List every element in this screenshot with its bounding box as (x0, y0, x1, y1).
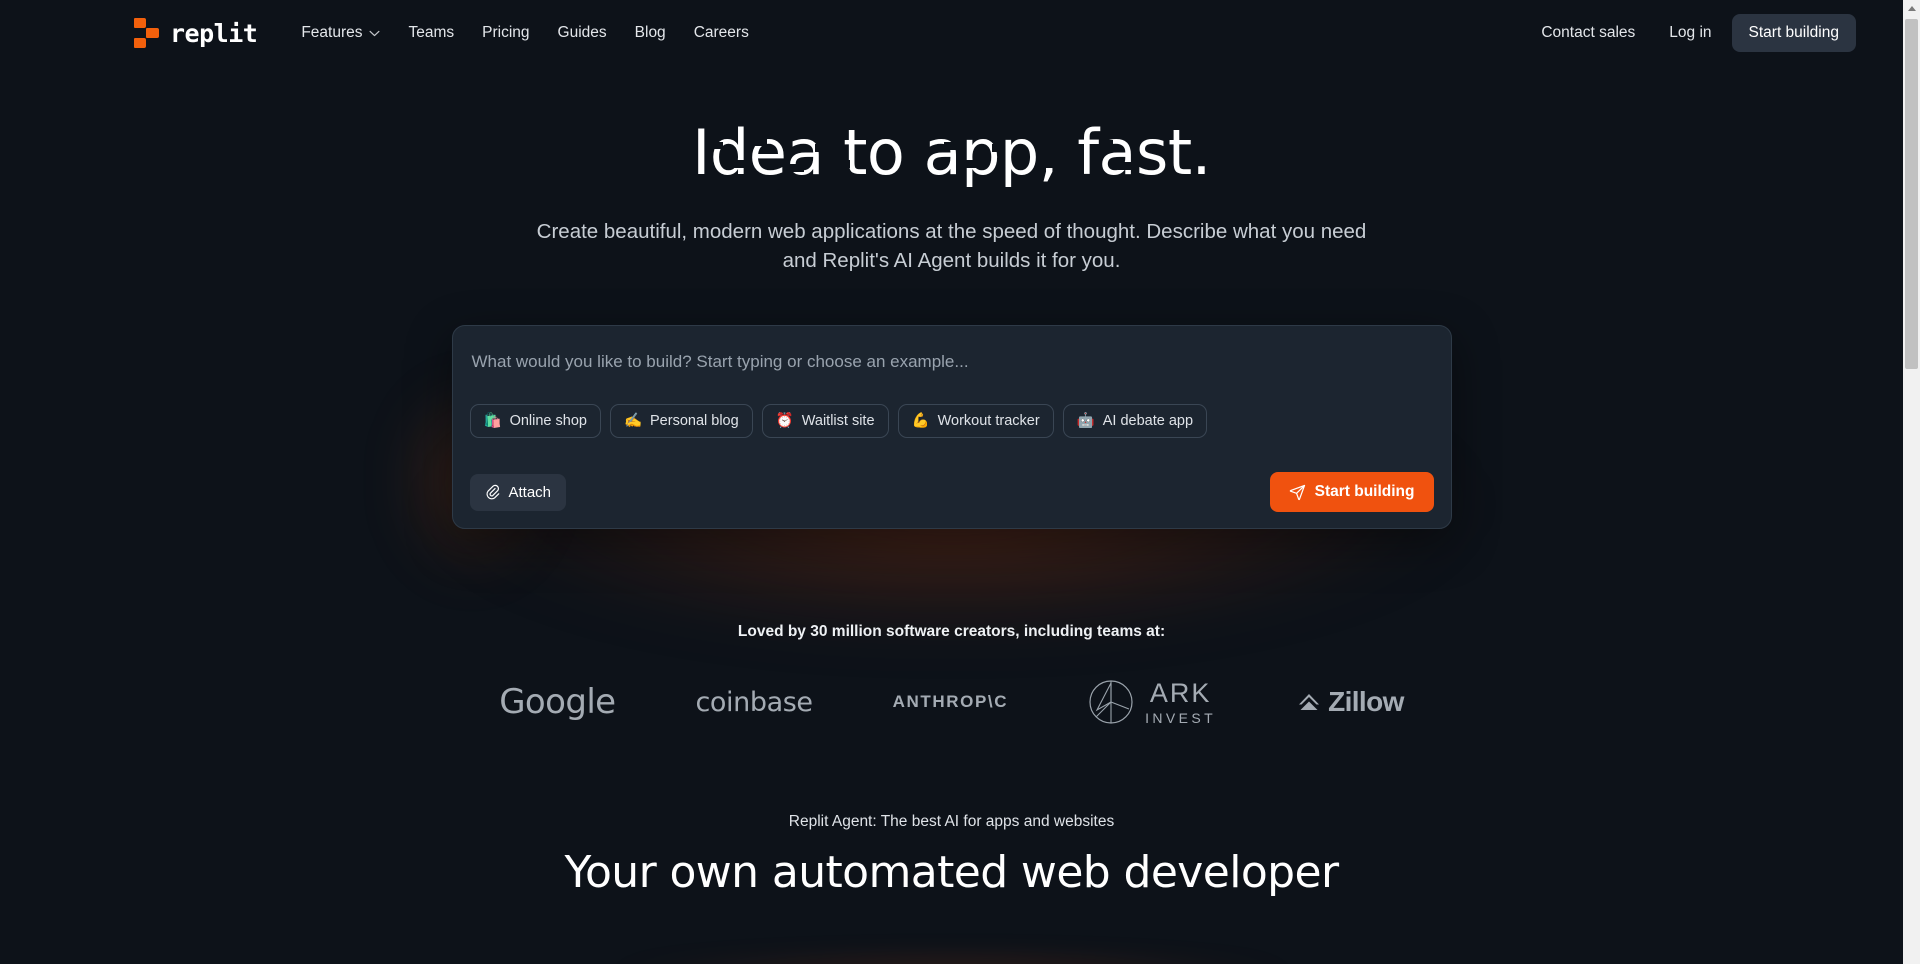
scrollbar-thumb[interactable] (1905, 19, 1918, 369)
example-chip-ai-debate-app-label: AI debate app (1102, 413, 1194, 430)
hero-subtitle: Create beautiful, modern web application… (536, 219, 1367, 273)
prompt-composer-card: What would you like to build? Start typi… (451, 325, 1452, 530)
agent-section-eyebrow: Replit Agent: The best AI for apps and w… (788, 813, 1115, 831)
attach-button-label: Attach (508, 483, 552, 501)
customer-logos: Google coinbase ANTHROP\C ARK INVEST Zil… (0, 679, 1903, 725)
navbar-start-building-button[interactable]: Start building (1731, 14, 1856, 52)
contact-sales-link[interactable]: Contact sales (1527, 16, 1649, 50)
submit-start-building-label: Start building (1314, 483, 1415, 501)
hero-section: Idea to app, fast. Create beautiful, mod… (0, 66, 1903, 275)
example-chip-personal-blog[interactable]: ✍️ Personal blog (609, 404, 753, 439)
logo-anthropic: ANTHROP\C (853, 692, 1048, 712)
page-scrollbar[interactable] (1903, 0, 1920, 964)
logo-anthropic-text: ANTHROP\C (892, 692, 1009, 712)
social-proof-headline: Loved by 30 million software creators, i… (737, 623, 1166, 641)
writing-hand-icon: ✍️ (623, 412, 643, 429)
agent-section-title: Your own automated web developer (564, 847, 1340, 899)
flexed-biceps-icon: 💪 (911, 412, 930, 429)
bottom-glow (461, 930, 1442, 964)
replit-logo-icon (134, 18, 159, 48)
ark-invest-mark-icon (1089, 680, 1133, 724)
submit-start-building-button[interactable]: Start building (1269, 472, 1434, 513)
logo-coinbase-text: coinbase (695, 686, 813, 718)
nav-item-careers[interactable]: Careers (680, 16, 763, 50)
nav-item-guides[interactable]: Guides (544, 16, 621, 50)
scroll-up-arrow-icon (1907, 6, 1916, 11)
contact-sales-label: Contact sales (1541, 24, 1636, 41)
attach-button[interactable]: Attach (469, 473, 567, 511)
nav-item-teams-label: Teams (408, 24, 455, 41)
example-chip-waitlist-site[interactable]: ⏰ Waitlist site (761, 404, 889, 439)
nav-item-guides-label: Guides (557, 24, 607, 41)
prompt-input-placeholder[interactable]: What would you like to build? Start typi… (470, 352, 1434, 372)
nav-item-teams[interactable]: Teams (394, 16, 468, 50)
nav-item-features[interactable]: Features (287, 16, 394, 50)
logo-ark-text: ARK (1149, 677, 1212, 708)
prompt-input-area[interactable]: What would you like to build? Start typi… (453, 326, 1451, 372)
social-proof-section: Loved by 30 million software creators, i… (0, 623, 1903, 725)
example-chip-online-shop[interactable]: 🛍️ Online shop (469, 404, 601, 439)
logo-zillow: Zillow (1256, 686, 1444, 718)
example-chip-waitlist-site-label: Waitlist site (801, 413, 875, 430)
example-chip-workout-tracker-label: Workout tracker (937, 413, 1040, 430)
brand-logo-link[interactable]: replit (134, 18, 258, 48)
chevron-down-icon (369, 30, 380, 36)
alarm-clock-icon: ⏰ (775, 412, 794, 429)
nav-links: Features Teams Pricing Guides Blog Caree… (287, 16, 763, 50)
navbar: replit Features Teams Pricing Guides Blo… (0, 0, 1903, 66)
paperclip-icon (485, 484, 499, 500)
example-chips: 🛍️ Online shop ✍️ Personal blog ⏰ Waitli… (453, 372, 1451, 460)
brand-name: replit (170, 18, 258, 48)
log-in-label: Log in (1669, 24, 1712, 41)
log-in-link[interactable]: Log in (1655, 16, 1725, 50)
nav-item-blog[interactable]: Blog (621, 16, 680, 50)
example-chip-personal-blog-label: Personal blog (650, 413, 739, 430)
robot-icon: 🤖 (1076, 412, 1095, 429)
page-title: Idea to app, fast. (692, 119, 1211, 187)
nav-item-features-label: Features (301, 24, 363, 41)
scrollbar-up-button[interactable] (1903, 0, 1920, 17)
shopping-bags-icon: 🛍️ (483, 412, 502, 429)
send-icon (1289, 484, 1305, 500)
logo-ark-invest: ARK INVEST (1048, 679, 1256, 725)
example-chip-workout-tracker[interactable]: 💪 Workout tracker (897, 404, 1054, 439)
agent-section: Replit Agent: The best AI for apps and w… (0, 813, 1903, 898)
composer-wrapper: What would you like to build? Start typi… (0, 325, 1903, 530)
nav-item-pricing[interactable]: Pricing (468, 16, 543, 50)
logo-google: Google (459, 682, 655, 722)
example-chip-online-shop-label: Online shop (509, 413, 587, 430)
page-title-text: Idea to app, fast. (692, 116, 1211, 189)
logo-zillow-text: Zillow (1328, 686, 1404, 718)
nav-item-careers-label: Careers (693, 24, 749, 41)
zillow-house-icon (1299, 694, 1320, 711)
page-scroll-container: replit Features Teams Pricing Guides Blo… (0, 0, 1903, 964)
logo-ark-subtext: INVEST (1145, 709, 1217, 726)
logo-coinbase: coinbase (655, 687, 852, 718)
nav-item-pricing-label: Pricing (482, 24, 530, 41)
example-chip-ai-debate-app[interactable]: 🤖 AI debate app (1062, 404, 1208, 439)
nav-actions: Contact sales Log in Start building (1527, 14, 1856, 52)
logo-google-text: Google (499, 682, 616, 723)
nav-item-blog-label: Blog (634, 24, 666, 41)
composer-footer: Attach Start building (453, 460, 1451, 528)
